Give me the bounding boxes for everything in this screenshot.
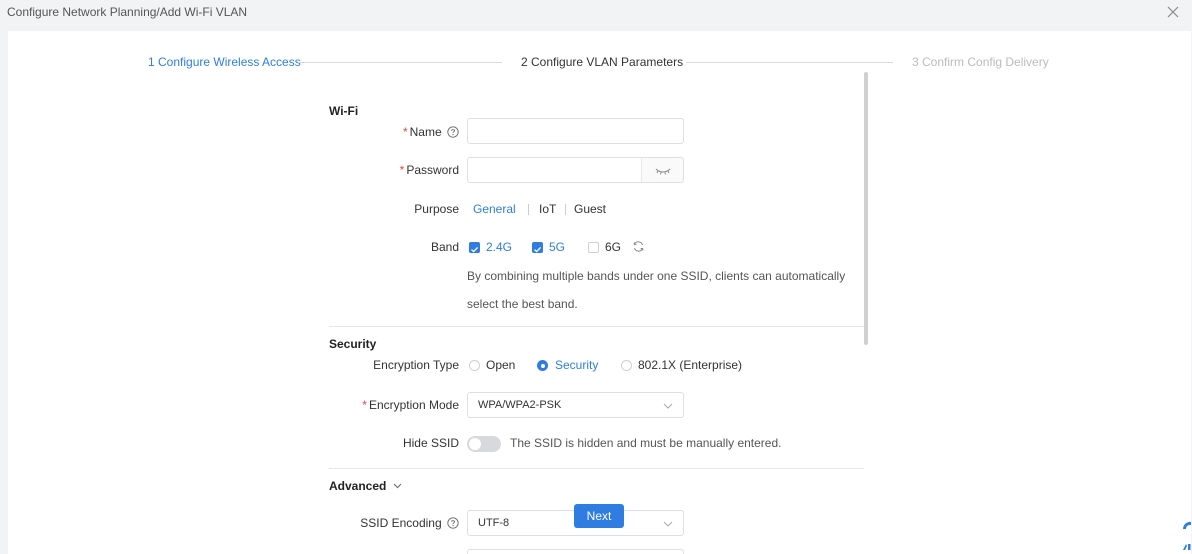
- required-mark: *: [402, 125, 408, 139]
- separator: [528, 204, 529, 215]
- purpose-option-iot[interactable]: IoT: [539, 202, 556, 216]
- band-hint-line-2: select the best band.: [467, 297, 578, 311]
- section-title-advanced: Advanced: [329, 479, 387, 493]
- scrollbar-thumb[interactable]: [864, 72, 868, 345]
- step-connector: [686, 62, 893, 63]
- check-icon: [534, 246, 542, 253]
- advanced-toggle[interactable]: Advanced: [329, 479, 402, 493]
- step-2[interactable]: 2 Configure VLAN Parameters: [521, 55, 683, 69]
- password-input[interactable]: [467, 157, 642, 183]
- encryption-type-open-radio[interactable]: [469, 360, 480, 371]
- check-icon: [471, 246, 479, 253]
- eye-hidden-icon: [655, 168, 671, 175]
- ssid-encoding-value: UTF-8: [478, 517, 510, 529]
- encryption-type-enterprise-radio[interactable]: [621, 360, 632, 371]
- step-3: 3 Confirm Config Delivery: [912, 55, 1049, 69]
- toggle-knob: [469, 438, 481, 450]
- hide-ssid-hint: The SSID is hidden and must be manually …: [510, 436, 782, 450]
- name-label-text: Name: [409, 125, 442, 139]
- password-label-text: Password: [406, 163, 459, 177]
- password-label: * Password: [388, 163, 459, 177]
- refresh-icon[interactable]: [632, 240, 645, 253]
- chevron-down-icon: [663, 403, 673, 409]
- band-6g-label[interactable]: 6G: [605, 240, 621, 254]
- chevron-down-icon: [393, 483, 402, 489]
- title-bar: Configure Network Planning/Add Wi-Fi VLA…: [0, 0, 1192, 28]
- encryption-type-label: Encryption Type: [373, 358, 459, 372]
- close-icon[interactable]: [1164, 3, 1182, 21]
- purpose-label: Purpose: [414, 202, 459, 216]
- purpose-option-general[interactable]: General: [473, 202, 516, 216]
- band-5g-checkbox[interactable]: [532, 242, 543, 253]
- encryption-mode-label: * Encryption Mode: [348, 398, 459, 412]
- stepper: 1 Configure Wireless Access 2 Configure …: [8, 55, 1191, 69]
- band-5g-label[interactable]: 5G: [549, 240, 565, 254]
- band-label: Band: [430, 240, 459, 254]
- encryption-type-open-label[interactable]: Open: [486, 358, 515, 372]
- next-button[interactable]: Next: [574, 504, 624, 528]
- section-title-wifi: Wi-Fi: [329, 104, 359, 118]
- encryption-type-security-label[interactable]: Security: [555, 358, 598, 372]
- next-field-partial[interactable]: [467, 549, 684, 554]
- help-icon[interactable]: [447, 126, 459, 138]
- toggle-password-visibility-button[interactable]: [641, 157, 684, 183]
- step-1[interactable]: 1 Configure Wireless Access: [148, 55, 301, 69]
- required-mark: *: [399, 163, 405, 177]
- name-label: * Name: [388, 125, 459, 139]
- encryption-mode-value: WPA/WPA2-PSK: [478, 399, 562, 411]
- ssid-encoding-label: SSID Encoding: [348, 516, 459, 530]
- hide-ssid-toggle[interactable]: [467, 436, 501, 452]
- band-2-4g-label[interactable]: 2.4G: [486, 240, 512, 254]
- help-icon[interactable]: [447, 517, 459, 529]
- section-title-security: Security: [329, 337, 377, 351]
- encryption-type-enterprise-label[interactable]: 802.1X (Enterprise): [638, 358, 742, 372]
- encryption-type-security-radio[interactable]: [537, 360, 548, 371]
- section-divider: [329, 468, 864, 469]
- purpose-option-guest[interactable]: Guest: [574, 202, 606, 216]
- section-divider: [329, 326, 864, 327]
- separator: [565, 204, 566, 215]
- band-6g-checkbox[interactable]: [588, 242, 599, 253]
- required-mark: *: [362, 398, 367, 412]
- encryption-mode-select[interactable]: WPA/WPA2-PSK: [467, 392, 684, 418]
- name-input[interactable]: [467, 118, 684, 144]
- window-title: Configure Network Planning/Add Wi-Fi VLA…: [7, 5, 248, 19]
- ssid-encoding-label-text: SSID Encoding: [360, 516, 442, 530]
- chevron-down-icon: [663, 521, 673, 527]
- hide-ssid-label: Hide SSID: [402, 436, 459, 450]
- assistant-icon[interactable]: [1179, 516, 1191, 554]
- band-hint-line-1: By combining multiple bands under one SS…: [467, 269, 846, 283]
- step-connector: [298, 62, 502, 63]
- encryption-mode-label-text: Encryption Mode: [368, 398, 459, 412]
- wizard-card: 1 Configure Wireless Access 2 Configure …: [8, 31, 1191, 554]
- band-2-4g-checkbox[interactable]: [469, 242, 480, 253]
